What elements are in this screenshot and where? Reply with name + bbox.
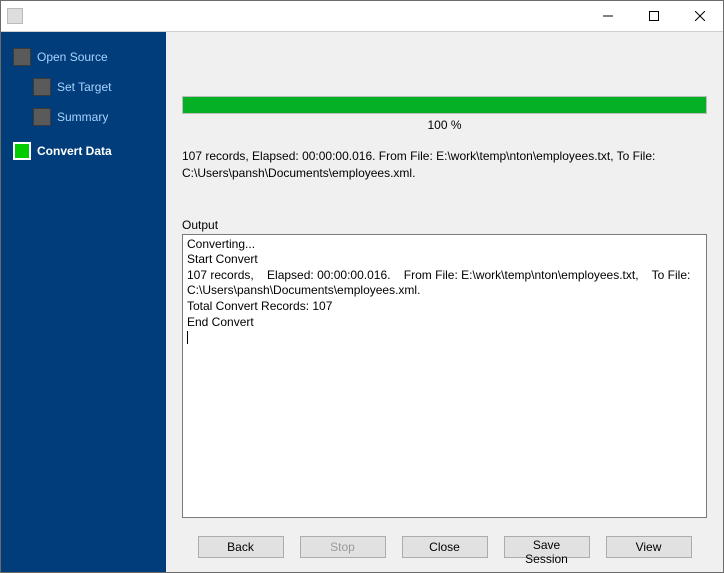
titlebar-left [7,8,27,24]
text-cursor [187,331,188,344]
sidebar-item-label: Open Source [37,50,108,64]
progress-section: 100 % [182,96,707,132]
progress-fill [183,97,706,113]
sidebar-item-open-source[interactable]: Open Source [1,44,166,70]
maximize-button[interactable] [631,1,677,31]
content-area: 100 % 107 records, Elapsed: 00:00:00.016… [166,32,723,526]
window-controls [585,1,723,31]
sidebar-item-set-target[interactable]: Set Target [1,74,166,100]
save-session-button[interactable]: Save Session [504,536,590,558]
window-body: Open Source Set Target Summary Convert D… [1,31,723,572]
back-button[interactable]: Back [198,536,284,558]
sidebar-item-summary[interactable]: Summary [1,104,166,130]
close-window-button[interactable] [677,1,723,31]
output-label: Output [182,218,707,232]
step-icon [33,108,51,126]
app-window: Open Source Set Target Summary Convert D… [0,0,724,573]
sidebar-item-label: Convert Data [37,144,112,158]
app-icon [7,8,23,24]
step-icon [13,48,31,66]
progress-percent-label: 100 % [182,118,707,132]
view-button[interactable]: View [606,536,692,558]
close-button[interactable]: Close [402,536,488,558]
main-panel: 100 % 107 records, Elapsed: 00:00:00.016… [166,32,723,572]
conversion-summary-text: 107 records, Elapsed: 00:00:00.016. From… [182,148,707,182]
output-text: Converting... Start Convert 107 records,… [187,237,694,329]
stop-button[interactable]: Stop [300,536,386,558]
output-textarea[interactable]: Converting... Start Convert 107 records,… [182,234,707,518]
minimize-button[interactable] [585,1,631,31]
progress-bar [182,96,707,114]
sidebar-item-label: Summary [57,110,108,124]
wizard-sidebar: Open Source Set Target Summary Convert D… [1,32,166,572]
sidebar-item-convert-data[interactable]: Convert Data [1,138,166,164]
step-icon [33,78,51,96]
step-icon-active [13,142,31,160]
sidebar-item-label: Set Target [57,80,111,94]
title-bar [1,1,723,31]
button-row: Back Stop Close Save Session View [166,526,723,572]
